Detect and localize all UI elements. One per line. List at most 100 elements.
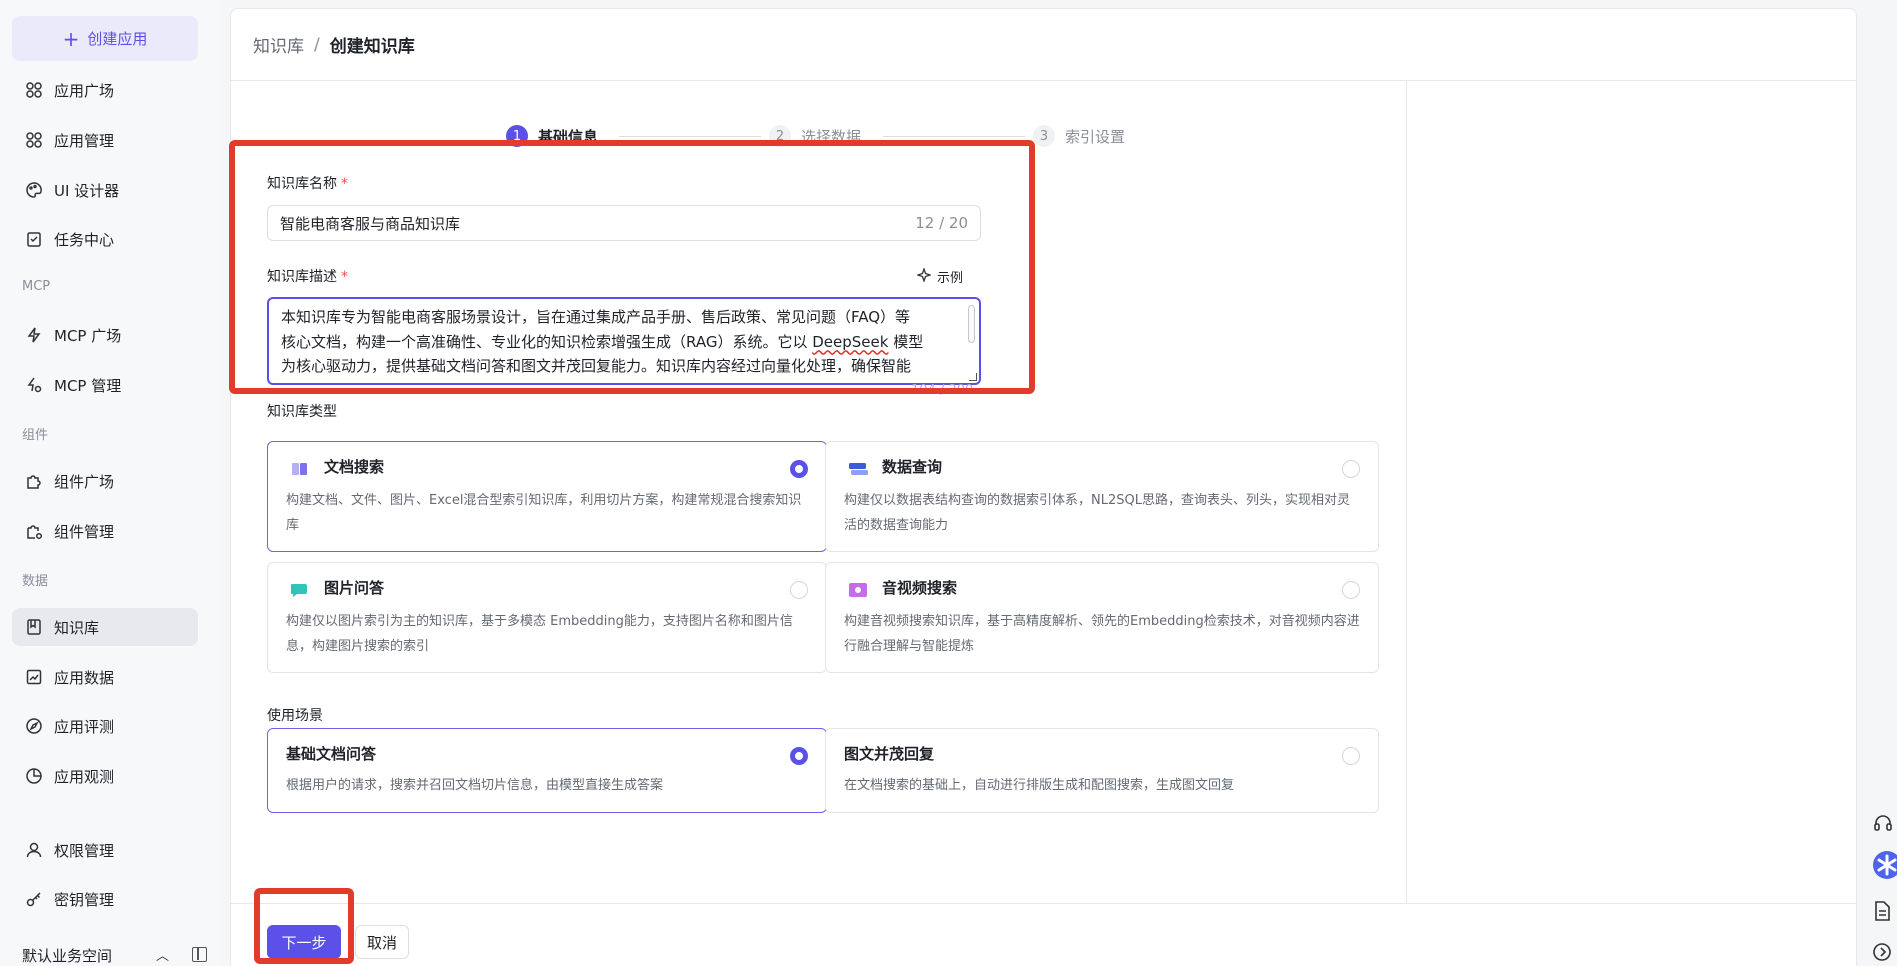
chevron-right-icon[interactable] (1872, 942, 1892, 962)
scene-label: 使用场景 (267, 708, 323, 724)
sidebar-item-label: 权限管理 (54, 841, 115, 860)
type-card-image-qa[interactable]: 图片问答 构建仅以图片索引为主的知识库，基于多模态 Embedding能力，支持… (267, 562, 827, 673)
step-connector (883, 136, 1025, 137)
sidebar-item-mcp-manage[interactable]: MCP 管理 (12, 366, 198, 404)
sidebar-item-app-square[interactable]: 应用广场 (12, 71, 198, 109)
book-open-icon (290, 460, 310, 478)
desc-text: 模型 (888, 332, 924, 351)
key-icon (24, 889, 44, 909)
radio-selected[interactable] (790, 747, 808, 765)
sidebar-item-label: 应用广场 (54, 81, 115, 100)
type-title: 音视频搜索 (882, 579, 958, 597)
assistant-logo-icon[interactable] (1872, 850, 1897, 880)
chart-icon (24, 667, 44, 687)
type-desc: 构建音视频搜索知识库，基于高精度解析、领先的Embedding检索技术，对音视频… (844, 614, 1360, 654)
radio-unselected[interactable] (1342, 747, 1360, 765)
section-label-data: 数据 (22, 574, 49, 589)
sidebar-item-permissions[interactable]: 权限管理 (12, 831, 198, 869)
sidebar-item-keys[interactable]: 密钥管理 (12, 880, 198, 918)
required-mark: * (341, 176, 348, 192)
chevron-up-icon: ︿ (156, 949, 170, 964)
step-number: 3 (1033, 125, 1055, 147)
sidebar-item-task-center[interactable]: 任务中心 (12, 220, 198, 258)
kb-desc-label-text: 知识库描述 (267, 269, 337, 285)
sidebar-item-app-observe[interactable]: 应用观测 (12, 757, 198, 795)
resize-handle-icon[interactable] (969, 373, 977, 381)
breadcrumb-separator: / (314, 34, 320, 55)
puzzle-settings-icon (24, 521, 44, 541)
database-icon (848, 460, 868, 478)
type-title: 文档搜索 (324, 458, 385, 476)
section-label-components: 组件 (22, 428, 49, 443)
desc-text: 核心文档，构建一个高准确性、专业化的知识检索增强生成（RAG）系统。它以 (281, 332, 813, 351)
footer-divider (231, 903, 1856, 904)
example-label: 示例 (937, 271, 964, 286)
type-card-data-query[interactable]: 数据查询 构建仅以数据表结构查询的数据索引体系，NL2SQL思路，查询表头、列头… (825, 441, 1379, 552)
example-button[interactable]: 示例 (915, 266, 964, 286)
sidebar-collapse-icon[interactable] (192, 947, 207, 962)
sparkle-icon (915, 266, 933, 286)
type-title: 数据查询 (882, 458, 943, 476)
sidebar-item-component-manage[interactable]: 组件管理 (12, 512, 198, 550)
kb-name-input[interactable]: 智能电商客服与商品知识库 12 / 20 (267, 205, 981, 241)
document-icon[interactable] (1872, 900, 1892, 922)
workspace-label: 默认业务空间 (22, 947, 113, 965)
desc-line: 本知识库专为智能电商客服场景设计，旨在通过集成产品手册、售后政策、常见问题（FA… (281, 308, 911, 326)
kb-desc-counter: 104 / 200 (911, 383, 974, 398)
sidebar-item-ui-designer[interactable]: UI 设计器 (12, 171, 198, 209)
type-card-av-search[interactable]: 音视频搜索 构建音视频搜索知识库，基于高精度解析、领先的Embedding检索技… (825, 562, 1379, 673)
lightning-icon (24, 325, 44, 345)
plus-icon: + (62, 26, 80, 51)
kb-name-label-text: 知识库名称 (267, 176, 337, 192)
sidebar-item-label: 应用管理 (54, 131, 115, 150)
desc-line: 为核心驱动力，提供基础文档问答和图文并茂回复能力。知识库内容经过向量化处理，确保… (281, 357, 912, 375)
type-desc: 构建仅以数据表结构查询的数据索引体系，NL2SQL思路，查询表头、列头，实现相对… (844, 493, 1350, 533)
create-app-button[interactable]: + 创建应用 (12, 16, 198, 61)
sidebar-item-mcp-square[interactable]: MCP 广场 (12, 316, 198, 354)
scene-title: 基础文档问答 (286, 745, 377, 763)
palette-icon (24, 180, 44, 200)
create-app-label: 创建应用 (87, 30, 148, 48)
step-label: 基础信息 (538, 127, 599, 146)
sidebar-item-label: MCP 广场 (54, 326, 122, 345)
sidebar-item-app-eval[interactable]: 应用评测 (12, 707, 198, 745)
textarea-scrollbar[interactable] (968, 305, 975, 343)
type-title: 图片问答 (324, 579, 385, 597)
cancel-button[interactable]: 取消 (355, 925, 409, 959)
sidebar-item-app-data[interactable]: 应用数据 (12, 658, 198, 696)
step-number: 1 (506, 125, 528, 147)
sidebar-item-label: 应用评测 (54, 717, 115, 736)
checklist-icon (24, 229, 44, 249)
sidebar-item-label: 任务中心 (54, 230, 115, 249)
step-connector (619, 136, 761, 137)
type-desc: 构建仅以图片索引为主的知识库，基于多模态 Embedding能力，支持图片名称和… (286, 614, 793, 654)
sidebar-item-app-manage[interactable]: 应用管理 (12, 121, 198, 159)
grid-icon (24, 80, 44, 100)
breadcrumb: 知识库 / 创建知识库 (231, 9, 1856, 81)
workspace-switcher[interactable]: 默认业务空间 ︿ (22, 945, 208, 966)
sidebar-item-label: 组件广场 (54, 472, 115, 491)
required-mark: * (341, 269, 348, 285)
radio-unselected[interactable] (1342, 460, 1360, 478)
scene-card-rich-reply[interactable]: 图文并茂回复 在文档搜索的基础上，自动进行排版生成和配图搜索，生成图文回复 (825, 728, 1379, 813)
step-basic-info: 1 基础信息 (506, 125, 598, 147)
headset-icon[interactable] (1872, 812, 1894, 834)
puzzle-icon (24, 471, 44, 491)
step-select-data: 2 选择数据 (769, 125, 861, 147)
sidebar-item-component-square[interactable]: 组件广场 (12, 462, 198, 500)
user-icon (24, 840, 44, 860)
scene-desc: 根据用户的请求，搜索并召回文档切片信息，由模型直接生成答案 (286, 778, 664, 793)
lightning-settings-icon (24, 375, 44, 395)
next-step-button[interactable]: 下一步 (267, 925, 341, 959)
kb-desc-textarea[interactable]: 本知识库专为智能电商客服场景设计，旨在通过集成产品手册、售后政策、常见问题（FA… (267, 297, 981, 385)
scene-card-basic-qa[interactable]: 基础文档问答 根据用户的请求，搜索并召回文档切片信息，由模型直接生成答案 (267, 728, 827, 813)
breadcrumb-parent[interactable]: 知识库 (253, 32, 304, 57)
sidebar-item-label: 知识库 (54, 618, 100, 637)
section-label-mcp: MCP (22, 279, 51, 294)
type-desc: 构建文档、文件、图片、Excel混合型索引知识库，利用切片方案，构建常规混合搜索… (286, 493, 802, 533)
radio-selected[interactable] (790, 460, 808, 478)
radio-unselected[interactable] (1342, 581, 1360, 599)
radio-unselected[interactable] (790, 581, 808, 599)
type-card-doc-search[interactable]: 文档搜索 构建文档、文件、图片、Excel混合型索引知识库，利用切片方案，构建常… (267, 441, 827, 552)
sidebar-item-knowledge-base[interactable]: 知识库 (12, 608, 198, 646)
